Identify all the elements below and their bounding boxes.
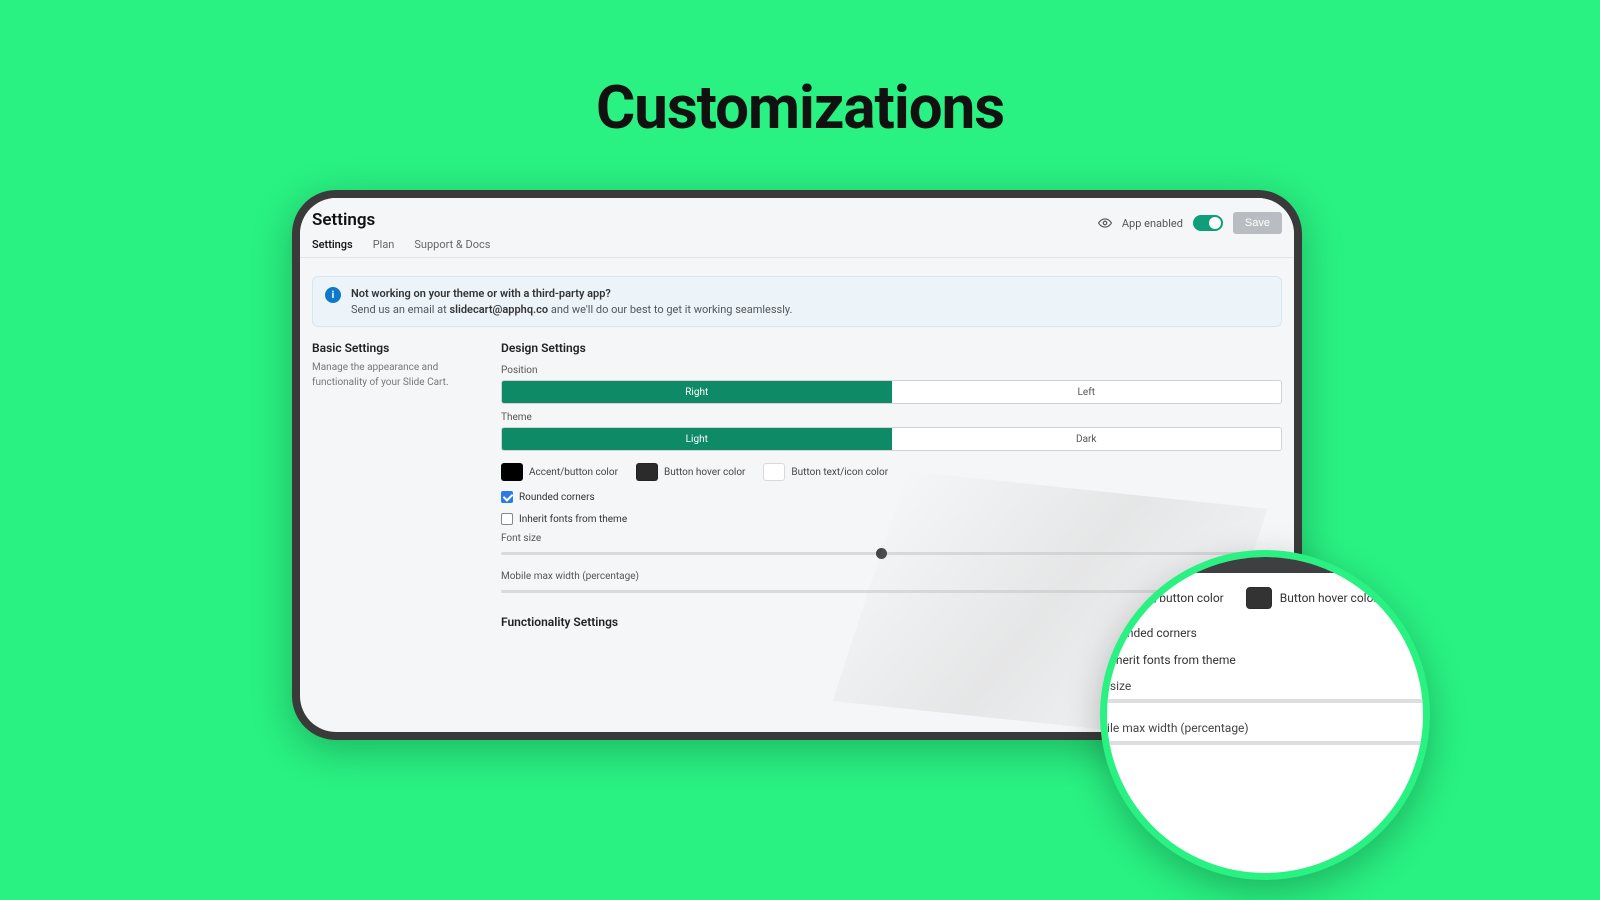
hero-title: Customizations xyxy=(0,0,1600,143)
zoom-mobile-width-slider[interactable] xyxy=(1100,741,1430,745)
zoom-rounded-label: Rounded corners xyxy=(1106,626,1197,640)
zoom-accent-label: Accent/button color xyxy=(1117,591,1224,605)
theme-label: Theme xyxy=(501,412,1282,423)
accent-color-swatch[interactable] xyxy=(501,463,523,481)
settings-sidebar: Basic Settings Manage the appearance and… xyxy=(312,341,477,639)
inherit-fonts-label: Inherit fonts from theme xyxy=(519,514,627,525)
zoom-hover-label: Button hover color xyxy=(1280,591,1378,605)
rounded-corners-label: Rounded corners xyxy=(519,492,595,503)
position-left[interactable]: Left xyxy=(892,381,1282,403)
sidebar-description: Manage the appearance and functionality … xyxy=(312,360,477,390)
visibility-icon xyxy=(1098,216,1112,230)
rounded-corners-checkbox[interactable] xyxy=(501,491,513,503)
position-right[interactable]: Right xyxy=(502,381,892,403)
app-enabled-label: App enabled xyxy=(1122,217,1183,230)
theme-dark[interactable]: Dark xyxy=(892,428,1282,450)
zoom-mobile-width-label: Mobile max width (percentage) xyxy=(1100,721,1430,735)
color-pickers: Accent/button color Button hover color B… xyxy=(501,463,1282,481)
tab-settings[interactable]: Settings xyxy=(312,238,353,251)
app-header: Settings Settings Plan Support & Docs Ap… xyxy=(300,198,1294,258)
zoom-font-size-slider[interactable] xyxy=(1100,699,1430,703)
app-enabled-toggle[interactable] xyxy=(1193,215,1223,231)
hover-color-swatch[interactable] xyxy=(636,463,658,481)
position-segment: Right Left xyxy=(501,380,1282,404)
accent-color-label: Accent/button color xyxy=(529,467,618,478)
text-color-label: Button text/icon color xyxy=(791,467,888,478)
zoom-magnifier: Light Accent/button color Button hover c… xyxy=(1100,550,1430,880)
font-size-slider[interactable] xyxy=(501,552,1282,555)
save-button[interactable]: Save xyxy=(1233,212,1282,234)
position-label: Position xyxy=(501,365,1282,376)
font-size-label: Font size xyxy=(501,533,1282,544)
header-toolbar: App enabled Save xyxy=(1098,212,1282,234)
font-size-thumb[interactable] xyxy=(876,548,887,559)
tab-bar: Settings Plan Support & Docs xyxy=(300,230,1294,257)
theme-light[interactable]: Light xyxy=(502,428,892,450)
zoom-inherit-label: Inherit fonts from theme xyxy=(1106,653,1236,667)
zoom-hover-swatch[interactable] xyxy=(1246,587,1272,609)
tab-plan[interactable]: Plan xyxy=(373,238,395,251)
info-banner: i Not working on your theme or with a th… xyxy=(312,276,1282,327)
info-body: Send us an email at slidecart@apphq.co a… xyxy=(351,303,792,316)
text-color-swatch[interactable] xyxy=(763,463,785,481)
tab-support[interactable]: Support & Docs xyxy=(414,238,490,251)
theme-segment: Light Dark xyxy=(501,427,1282,451)
info-heading: Not working on your theme or with a thir… xyxy=(351,287,792,300)
design-settings-title: Design Settings xyxy=(501,341,1282,355)
info-icon: i xyxy=(325,287,341,303)
zoom-font-size-label: Font size xyxy=(1100,679,1430,693)
sidebar-title: Basic Settings xyxy=(312,341,477,355)
inherit-fonts-checkbox[interactable] xyxy=(501,513,513,525)
hover-color-label: Button hover color xyxy=(664,467,745,478)
